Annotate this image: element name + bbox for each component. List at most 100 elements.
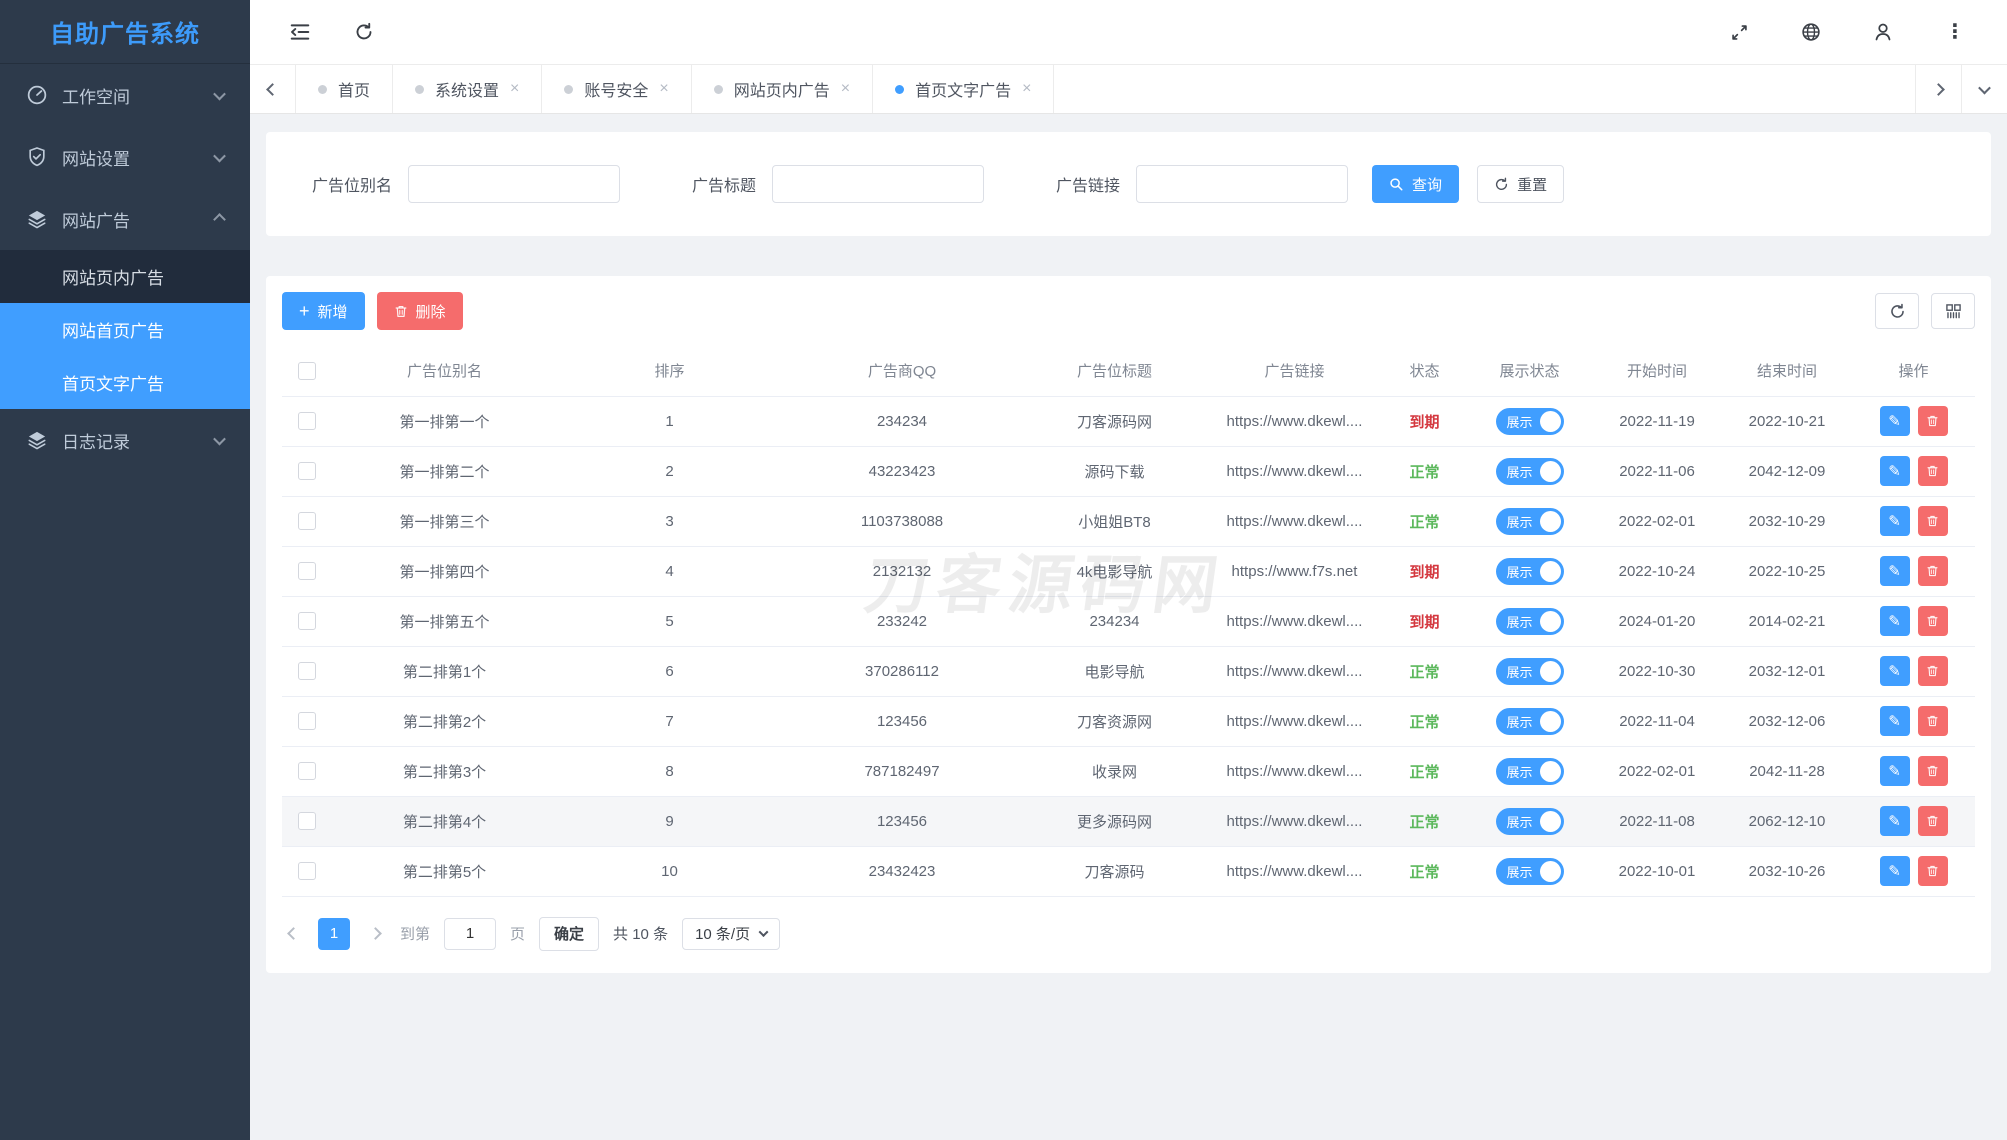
search-field-input[interactable]	[772, 165, 984, 203]
tabs-scroll-right-button[interactable]	[1915, 65, 1961, 113]
row-checkbox[interactable]	[298, 612, 316, 630]
row-checkbox[interactable]	[298, 812, 316, 830]
display-toggle[interactable]: 展示	[1496, 758, 1564, 785]
row-checkbox[interactable]	[298, 712, 316, 730]
prev-page-button[interactable]	[282, 929, 304, 938]
delete-row-button[interactable]	[1918, 856, 1948, 886]
total-count-label: 共 10 条	[613, 923, 668, 944]
row-checkbox[interactable]	[298, 562, 316, 580]
tab-close-icon[interactable]: ×	[659, 81, 668, 97]
delete-row-button[interactable]	[1918, 506, 1948, 536]
row-actions: ✎	[1852, 756, 1975, 786]
row-checkbox[interactable]	[298, 662, 316, 680]
edit-button[interactable]: ✎	[1880, 506, 1910, 536]
edit-button[interactable]: ✎	[1880, 756, 1910, 786]
cell-order: 4	[557, 546, 782, 596]
tab[interactable]: 首页文字广告 ×	[873, 65, 1054, 113]
page-number-button[interactable]: 1	[318, 918, 350, 950]
jump-confirm-button[interactable]: 确定	[539, 917, 599, 951]
display-toggle-label: 展示	[1496, 812, 1533, 831]
search-icon	[1389, 177, 1404, 192]
cell-start-time: 2024-01-20	[1592, 596, 1722, 646]
sidebar-subitem[interactable]: 网站页内广告	[0, 250, 250, 303]
toggle-knob-icon	[1540, 711, 1561, 732]
display-toggle[interactable]: 展示	[1496, 408, 1564, 435]
row-checkbox[interactable]	[298, 862, 316, 880]
add-button[interactable]: + 新增	[282, 292, 365, 330]
display-toggle[interactable]: 展示	[1496, 458, 1564, 485]
edit-button[interactable]: ✎	[1880, 606, 1910, 636]
table-refresh-button[interactable]	[1875, 293, 1919, 329]
tab[interactable]: 首页 ×	[296, 65, 393, 113]
delete-row-button[interactable]	[1918, 456, 1948, 486]
tabs-dropdown-button[interactable]	[1961, 65, 2007, 113]
sidebar-subitem[interactable]: 首页文字广告	[0, 356, 250, 409]
select-all-checkbox[interactable]	[298, 362, 316, 380]
edit-button[interactable]: ✎	[1880, 856, 1910, 886]
search-field-input[interactable]	[408, 165, 620, 203]
trash-icon	[1926, 714, 1939, 728]
cell-link: https://www.dkewl....	[1207, 746, 1382, 796]
delete-button[interactable]: 删除	[377, 292, 463, 330]
delete-row-button[interactable]	[1918, 756, 1948, 786]
delete-row-button[interactable]	[1918, 556, 1948, 586]
sidebar-item-site-ads[interactable]: 网站广告	[0, 188, 250, 250]
edit-button[interactable]: ✎	[1880, 456, 1910, 486]
fullscreen-icon[interactable]	[1727, 20, 1751, 44]
tabs-scroll-left-button[interactable]	[250, 65, 296, 113]
tab-close-icon[interactable]: ×	[1022, 81, 1031, 97]
edit-button[interactable]: ✎	[1880, 806, 1910, 836]
row-checkbox[interactable]	[298, 412, 316, 430]
column-settings-button[interactable]	[1931, 293, 1975, 329]
tab[interactable]: 账号安全 ×	[542, 65, 691, 113]
page-size-select[interactable]: 10 条/页	[682, 918, 780, 950]
row-checkbox[interactable]	[298, 762, 316, 780]
sidebar-item-workspace[interactable]: 工作空间	[0, 64, 250, 126]
cell-link: https://www.dkewl....	[1207, 796, 1382, 846]
search-field-input[interactable]	[1136, 165, 1348, 203]
sidebar-item-site-settings[interactable]: 网站设置	[0, 126, 250, 188]
cell-start-time: 2022-02-01	[1592, 746, 1722, 796]
user-icon[interactable]	[1871, 20, 1895, 44]
trash-icon	[1926, 764, 1939, 778]
refresh-icon[interactable]	[352, 20, 376, 44]
tab-close-icon[interactable]: ×	[841, 81, 850, 97]
menu-fold-icon[interactable]	[288, 20, 312, 44]
topbar: ⋮	[250, 0, 2007, 64]
reset-button[interactable]: 重置	[1477, 165, 1564, 203]
delete-row-button[interactable]	[1918, 606, 1948, 636]
edit-button[interactable]: ✎	[1880, 406, 1910, 436]
toggle-knob-icon	[1540, 511, 1561, 532]
chevron-left-icon	[287, 927, 300, 940]
delete-row-button[interactable]	[1918, 406, 1948, 436]
delete-row-button[interactable]	[1918, 806, 1948, 836]
display-toggle[interactable]: 展示	[1496, 608, 1564, 635]
table-row: 第一排第二个 2 43223423 源码下载 https://www.dkewl…	[282, 446, 1975, 496]
sidebar-item-logs[interactable]: 日志记录	[0, 409, 250, 471]
display-toggle[interactable]: 展示	[1496, 708, 1564, 735]
cell-alias: 第二排第5个	[332, 846, 557, 896]
delete-row-button[interactable]	[1918, 656, 1948, 686]
row-actions: ✎	[1852, 606, 1975, 636]
sidebar-subitem[interactable]: 网站首页广告	[0, 303, 250, 356]
edit-button[interactable]: ✎	[1880, 656, 1910, 686]
edit-button[interactable]: ✎	[1880, 556, 1910, 586]
tab-close-icon[interactable]: ×	[510, 81, 519, 97]
row-checkbox[interactable]	[298, 512, 316, 530]
globe-icon[interactable]	[1799, 20, 1823, 44]
row-checkbox[interactable]	[298, 462, 316, 480]
query-button[interactable]: 查询	[1372, 165, 1459, 203]
next-page-button[interactable]	[364, 929, 386, 938]
display-toggle[interactable]: 展示	[1496, 658, 1564, 685]
edit-button[interactable]: ✎	[1880, 706, 1910, 736]
display-toggle[interactable]: 展示	[1496, 558, 1564, 585]
delete-row-button[interactable]	[1918, 706, 1948, 736]
tab[interactable]: 网站页内广告 ×	[692, 65, 873, 113]
tab[interactable]: 系统设置 ×	[393, 65, 542, 113]
kebab-menu-icon[interactable]: ⋮	[1943, 20, 1967, 44]
display-toggle[interactable]: 展示	[1496, 508, 1564, 535]
table-row: 第二排第3个 8 787182497 收录网 https://www.dkewl…	[282, 746, 1975, 796]
display-toggle[interactable]: 展示	[1496, 808, 1564, 835]
display-toggle[interactable]: 展示	[1496, 858, 1564, 885]
jump-page-input[interactable]	[444, 918, 496, 950]
